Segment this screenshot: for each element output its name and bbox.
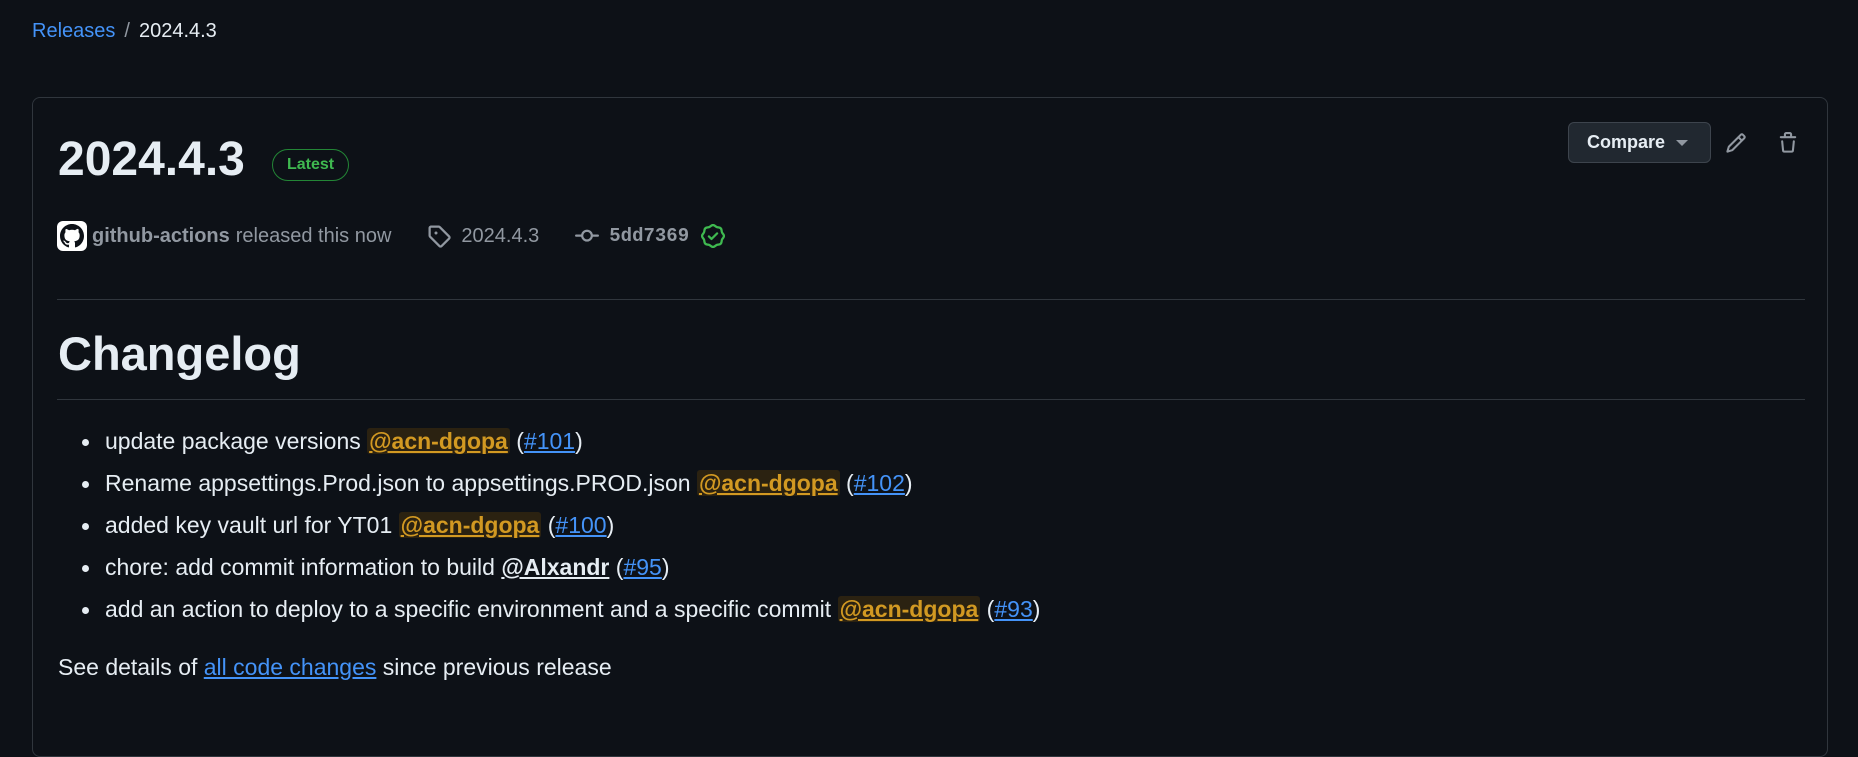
list-item: added key vault url for YT01 @acn-dgopa … [57,504,1040,546]
github-mark-icon [60,224,84,248]
changelog-item-text: chore: add commit information to build [105,554,495,580]
avatar[interactable] [57,221,87,251]
pull-request-link[interactable]: #93 [994,596,1032,622]
pull-request-link[interactable]: #100 [555,512,606,538]
user-mention-link[interactable]: @Alxandr [501,554,609,580]
list-item: chore: add commit information to build @… [57,546,1040,588]
latest-badge: Latest [272,149,350,181]
changelog-item-text: add an action to deploy to a specific en… [105,596,832,622]
bullet [82,523,89,530]
breadcrumb-separator: / [124,20,130,42]
list-item: update package versions @acn-dgopa (#101… [57,420,1040,462]
commit-sha-link[interactable]: 5dd7369 [609,225,689,247]
released-text: released this now [235,224,392,247]
breadcrumb-current: 2024.4.3 [138,20,217,42]
pull-request-link[interactable]: #102 [854,470,905,496]
changelog-list: update package versions @acn-dgopa (#101… [57,420,1040,630]
bullet [82,481,89,488]
user-mention-link[interactable]: @acn-dgopa [367,428,510,454]
bullet [82,607,89,614]
footer-suffix: since previous release [382,654,612,680]
changelog-item-text: added key vault url for YT01 [105,512,393,538]
verified-check-icon[interactable] [701,224,726,248]
bullet [82,565,89,572]
tag-name[interactable]: 2024.4.3 [461,225,539,248]
edit-release-button[interactable] [1719,126,1753,160]
release-meta: github-actions released this now 2024.4.… [57,220,726,252]
breadcrumb-releases-link[interactable]: Releases [32,20,115,43]
git-commit-icon [575,224,600,248]
author-link[interactable]: github-actions [92,225,230,248]
pencil-icon [1726,133,1746,153]
tag-icon [427,224,452,248]
compare-button[interactable]: Compare [1568,122,1711,163]
delete-release-button[interactable] [1771,126,1805,160]
changelog-item-text: Rename appsettings.Prod.json to appsetti… [105,470,691,496]
trash-icon [1779,132,1797,153]
changelog-item-text: update package versions [105,428,361,454]
breadcrumb: Releases / 2024.4.3 [32,20,217,43]
pull-request-link[interactable]: #101 [524,428,575,454]
user-mention-link[interactable]: @acn-dgopa [696,470,840,496]
compare-button-label: Compare [1587,132,1666,152]
header-divider [57,299,1805,300]
bullet [82,439,89,446]
chevron-down-icon [1676,140,1688,146]
user-mention-link[interactable]: @acn-dgopa [837,596,981,622]
user-mention-link[interactable]: @acn-dgopa [398,512,542,538]
list-item: add an action to deploy to a specific en… [57,588,1040,630]
compare-changes-text: See details of all code changes since pr… [58,654,612,681]
heading-divider [57,399,1805,400]
pull-request-link[interactable]: #95 [623,554,661,580]
release-title: 2024.4.3 [58,133,245,186]
all-code-changes-link[interactable]: all code changes [204,654,377,680]
release-card: 2024.4.3 Latest Compare github-actions r… [32,97,1828,757]
list-item: Rename appsettings.Prod.json to appsetti… [57,462,1040,504]
footer-prefix: See details of [58,654,198,680]
changelog-heading: Changelog [58,327,301,380]
